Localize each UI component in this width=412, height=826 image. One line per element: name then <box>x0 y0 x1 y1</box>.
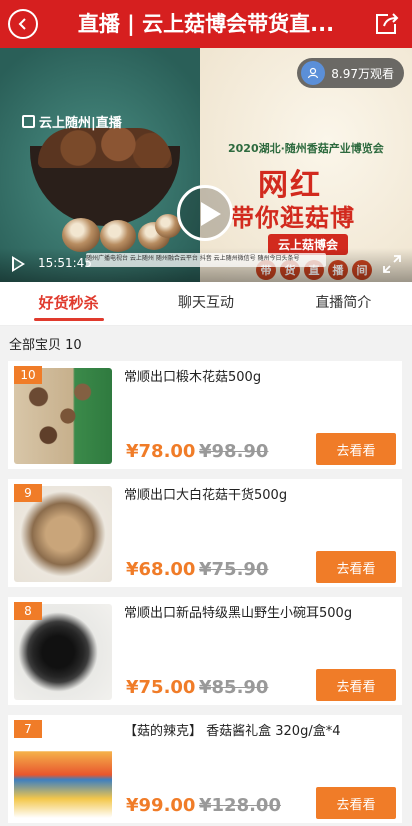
tab-bar: 好货秒杀 聊天互动 直播简介 <box>0 282 412 326</box>
product-name: 常顺出口椴木花菇500g <box>124 370 262 385</box>
viewer-count-badge: 8.97万观看 <box>297 58 404 88</box>
video-controls: 15:51:45 随州广播电视台 云上随州 随州融合云平台 抖音 云上随州微信号… <box>0 248 412 282</box>
product-item[interactable]: 9 常顺出口大白花菇干货500g ¥68.00 ¥75.90 去看看 <box>8 479 402 587</box>
product-name: 常顺出口新品特级黑山野生小碗耳500g <box>124 606 353 621</box>
view-button[interactable]: 去看看 <box>316 551 396 583</box>
user-icon <box>301 61 326 85</box>
channel-logo: 云上随州|直播 <box>22 112 122 131</box>
expo-subtitle: 2020湖北·随州香菇产业博览会 <box>228 142 384 155</box>
rank-badge: 10 <box>14 366 42 384</box>
view-button[interactable]: 去看看 <box>316 787 396 819</box>
channel-logo-icon <box>22 115 35 128</box>
page-title: 直播 | 云上菇博会带货直... <box>77 12 335 36</box>
product-name: 【菇的辣克】 香菇酱礼盒 320g/盒*4 <box>124 724 341 739</box>
original-price: ¥75.90 <box>199 559 269 580</box>
channel-logo-text: 云上随州|直播 <box>39 116 122 131</box>
product-item[interactable]: 7 【菇的辣克】 香菇酱礼盒 320g/盒*4 ¥99.00 ¥128.00 去… <box>8 715 402 823</box>
product-price: ¥68.00 <box>126 559 196 580</box>
mushroom-heap-image <box>38 128 172 168</box>
fullscreen-icon[interactable] <box>382 254 402 274</box>
tab-chat[interactable]: 聊天互动 <box>137 282 274 325</box>
product-price: ¥99.00 <box>126 795 196 816</box>
original-price: ¥98.90 <box>199 441 269 462</box>
rank-badge: 9 <box>14 484 42 502</box>
rank-badge: 8 <box>14 602 42 620</box>
play-icon[interactable] <box>177 185 233 241</box>
product-price: ¥75.00 <box>126 677 196 698</box>
slogan-line-2: 带你逛菇博 <box>230 203 355 232</box>
product-item[interactable]: 10 常顺出口椴木花菇500g ¥78.00 ¥98.90 去看看 <box>8 361 402 469</box>
video-time: 15:51:45 <box>38 256 92 270</box>
mushroom-image <box>62 218 100 252</box>
product-item[interactable]: 8 常顺出口新品特级黑山野生小碗耳500g ¥75.00 ¥85.90 去看看 <box>8 597 402 705</box>
back-icon[interactable] <box>8 9 38 39</box>
view-button[interactable]: 去看看 <box>316 669 396 701</box>
viewer-count: 8.97万观看 <box>331 66 394 81</box>
rank-badge: 7 <box>14 720 42 738</box>
original-price: ¥128.00 <box>199 795 281 816</box>
product-price: ¥78.00 <box>126 441 196 462</box>
product-name: 常顺出口大白花菇干货500g <box>124 488 288 503</box>
item-count: 全部宝贝 10 <box>9 338 82 353</box>
play-control-icon[interactable] <box>10 256 26 274</box>
view-button[interactable]: 去看看 <box>316 433 396 465</box>
original-price: ¥85.90 <box>199 677 269 698</box>
tab-flash-sale[interactable]: 好货秒杀 <box>0 282 137 325</box>
tab-intro[interactable]: 直播简介 <box>275 282 412 325</box>
app-header: 直播 | 云上菇博会带货直... <box>0 0 412 48</box>
share-icon[interactable] <box>372 9 402 39</box>
sponsor-strip: 随州广播电视台 云上随州 随州融合云平台 抖音 云上随州微信号 随州今日头条号 <box>86 253 326 267</box>
